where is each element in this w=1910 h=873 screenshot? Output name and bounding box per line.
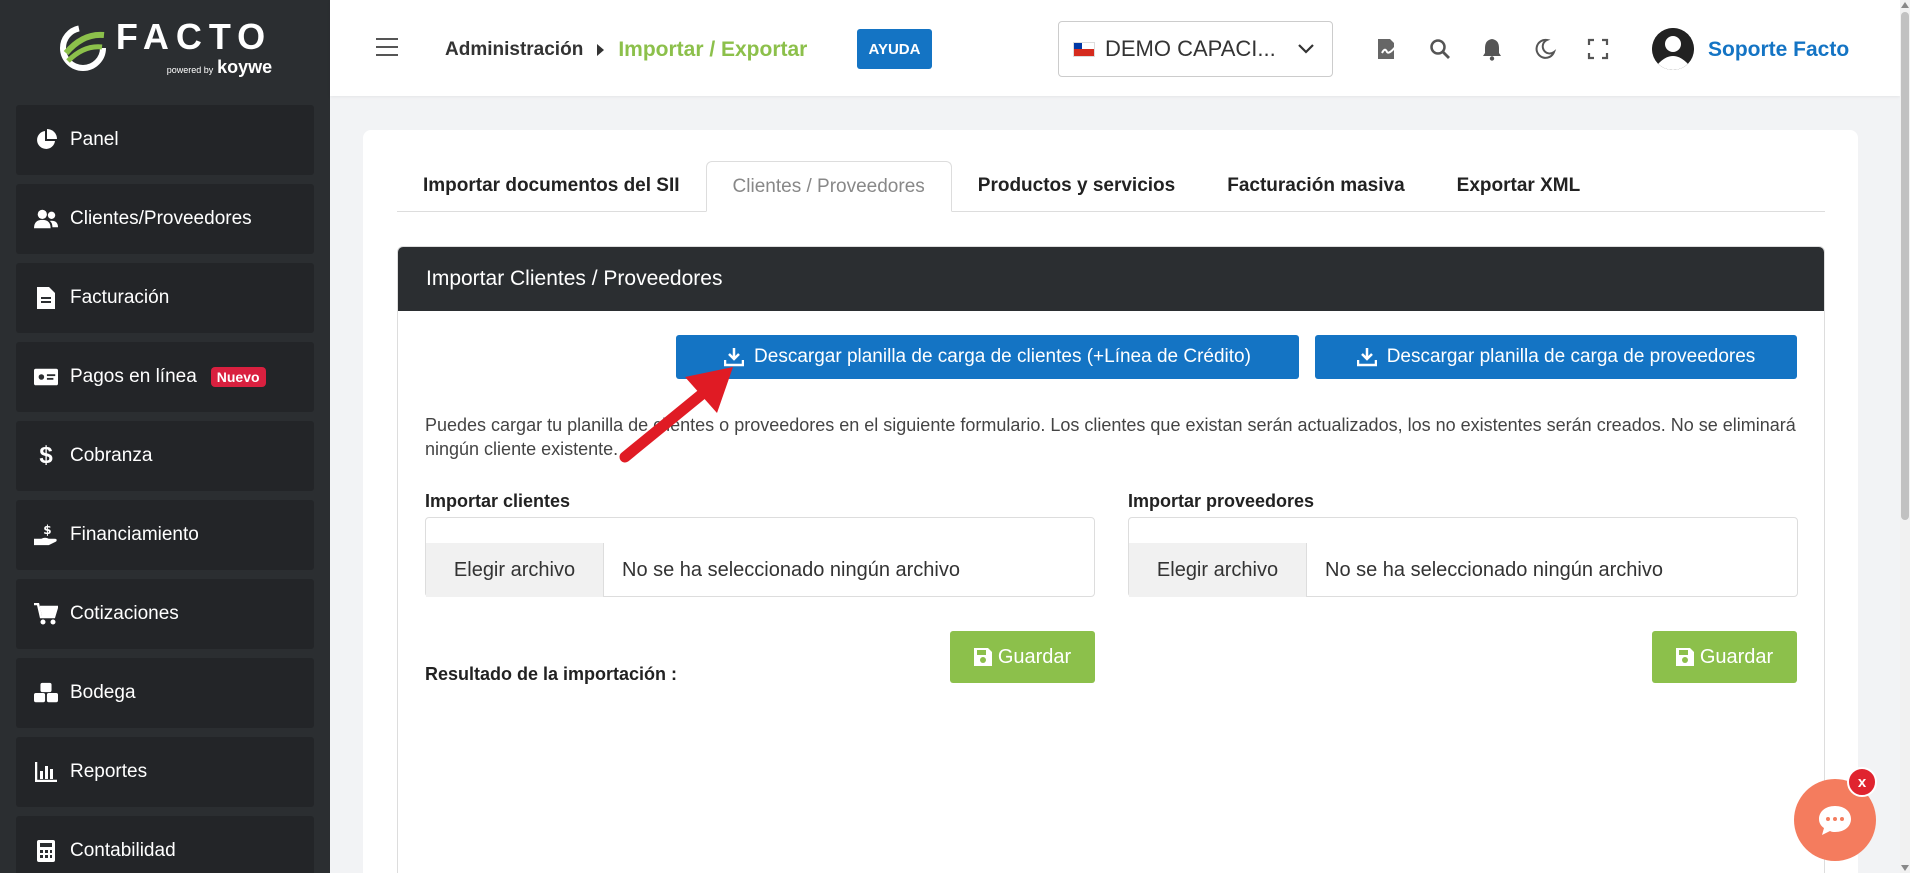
sidebar-item-facturacion[interactable]: Facturación bbox=[16, 263, 314, 333]
sidebar-item-label: Financiamiento bbox=[70, 524, 199, 545]
sidebar-item-cobranza[interactable]: $ Cobranza bbox=[16, 421, 314, 491]
fullscreen-icon[interactable] bbox=[1586, 37, 1610, 61]
sidebar-item-contabilidad[interactable]: Contabilidad bbox=[16, 816, 314, 873]
tab-productos-servicios[interactable]: Productos y servicios bbox=[952, 161, 1201, 211]
sidebar-item-bodega[interactable]: Bodega bbox=[16, 658, 314, 728]
suppliers-file-input[interactable]: Elegir archivo No se ha seleccionado nin… bbox=[1128, 517, 1798, 597]
sidebar-nav: Panel Clientes/Proveedores Facturación P… bbox=[0, 105, 330, 873]
tab-facturacion-masiva[interactable]: Facturación masiva bbox=[1201, 161, 1430, 211]
import-suppliers-label: Importar proveedores bbox=[1128, 491, 1315, 511]
tab-exportar-xml[interactable]: Exportar XML bbox=[1431, 161, 1607, 211]
moon-icon[interactable] bbox=[1533, 37, 1557, 61]
brand-logo[interactable]: FACTO powered by koywe bbox=[0, 0, 330, 96]
chat-bubble-icon bbox=[1819, 806, 1851, 835]
sidebar-item-label: Facturación bbox=[70, 287, 170, 308]
help-button[interactable]: AYUDA bbox=[857, 29, 932, 69]
import-clients-label: Importar clientes bbox=[425, 491, 571, 511]
download-icon bbox=[724, 348, 745, 367]
avatar[interactable] bbox=[1652, 28, 1694, 70]
money-bill-icon bbox=[34, 365, 58, 389]
breadcrumb-item-administracion[interactable]: Administración bbox=[445, 39, 583, 61]
breadcrumb-separator-icon bbox=[597, 44, 605, 56]
page-title: Importar / Exportar bbox=[618, 38, 808, 61]
download-clients-template-button[interactable]: Descargar planilla de carga de clientes … bbox=[676, 335, 1299, 379]
hand-money-icon: $ bbox=[34, 523, 58, 547]
import-panel: Importar Clientes / Proveedores Descarga… bbox=[397, 246, 1825, 873]
page-scrollbar[interactable] bbox=[1900, 0, 1910, 873]
download-clients-label: Descargar planilla de carga de clientes … bbox=[754, 346, 1251, 367]
sidebar-item-financiamiento[interactable]: $ Financiamiento bbox=[16, 500, 314, 570]
chevron-down-icon bbox=[1298, 44, 1314, 54]
save-suppliers-button[interactable]: Guardar bbox=[1652, 631, 1797, 683]
choose-file-button[interactable]: Elegir archivo bbox=[1129, 543, 1307, 597]
sidebar-item-label: Bodega bbox=[70, 682, 136, 703]
brand-partner: koywe bbox=[217, 56, 273, 77]
sidebar: FACTO powered by koywe Panel Clientes/Pr… bbox=[0, 0, 330, 873]
bar-chart-icon bbox=[34, 760, 58, 784]
chat-close-button[interactable]: x bbox=[1847, 767, 1877, 797]
save-label: Guardar bbox=[997, 645, 1072, 668]
dollar-icon: $ bbox=[39, 442, 53, 469]
panel-title: Importar Clientes / Proveedores bbox=[398, 247, 1824, 311]
boxes-icon bbox=[34, 681, 58, 705]
company-selector[interactable]: DEMO CAPACI... bbox=[1058, 21, 1333, 77]
no-file-selected-text: No se ha seleccionado ningún archivo bbox=[622, 558, 960, 581]
save-icon bbox=[1675, 648, 1694, 666]
user-avatar-icon bbox=[1652, 28, 1694, 70]
sidebar-item-panel[interactable]: Panel bbox=[16, 105, 314, 175]
user-name[interactable]: Soporte Facto bbox=[1708, 38, 1849, 62]
content-card: Importar documentos del SII Clientes / P… bbox=[363, 130, 1858, 873]
sidebar-item-label: Contabilidad bbox=[70, 840, 176, 861]
chile-flag-icon bbox=[1073, 41, 1095, 57]
users-icon bbox=[34, 207, 58, 231]
scroll-down-icon[interactable] bbox=[1901, 865, 1909, 871]
scroll-up-icon[interactable] bbox=[1901, 2, 1909, 8]
company-name: DEMO CAPACI... bbox=[1105, 36, 1276, 61]
sidebar-item-label: Pagos en línea bbox=[70, 366, 197, 387]
svg-text:$: $ bbox=[43, 523, 51, 537]
sidebar-item-label: Cobranza bbox=[70, 445, 153, 466]
no-file-selected-text: No se ha seleccionado ningún archivo bbox=[1325, 558, 1663, 581]
save-clients-button[interactable]: Guardar bbox=[950, 631, 1095, 683]
search-icon[interactable] bbox=[1428, 37, 1452, 61]
import-info-text: Puedes cargar tu planilla de clientes o … bbox=[425, 415, 1796, 459]
choose-file-button[interactable]: Elegir archivo bbox=[426, 543, 604, 597]
sidebar-item-clientes-proveedores[interactable]: Clientes/Proveedores bbox=[16, 184, 314, 254]
sidebar-item-label: Clientes/Proveedores bbox=[70, 208, 252, 229]
sidebar-item-label: Cotizaciones bbox=[70, 603, 179, 624]
clients-file-input[interactable]: Elegir archivo No se ha seleccionado nin… bbox=[425, 517, 1095, 597]
download-icon bbox=[1356, 348, 1377, 367]
tab-importar-documentos-sii[interactable]: Importar documentos del SII bbox=[397, 161, 706, 211]
sidebar-item-reportes[interactable]: Reportes bbox=[16, 737, 314, 807]
sidebar-item-cotizaciones[interactable]: Cotizaciones bbox=[16, 579, 314, 649]
new-badge: Nuevo bbox=[210, 367, 266, 387]
calculator-icon bbox=[34, 839, 58, 863]
breadcrumb: Administración Importar / Exportar bbox=[445, 38, 807, 62]
import-result-label: Resultado de la importación : bbox=[425, 664, 678, 684]
download-suppliers-template-button[interactable]: Descargar planilla de carga de proveedor… bbox=[1315, 335, 1797, 379]
topbar: Administración Importar / Exportar AYUDA… bbox=[330, 0, 1900, 96]
bell-icon[interactable] bbox=[1480, 37, 1504, 61]
sidebar-item-label: Reportes bbox=[70, 761, 148, 782]
cart-icon bbox=[34, 602, 58, 626]
sidebar-item-pagos-en-linea[interactable]: Pagos en línea Nuevo bbox=[16, 342, 314, 412]
brand-powered-by: powered by bbox=[166, 64, 214, 75]
sidebar-item-label: Panel bbox=[70, 129, 119, 150]
scroll-thumb[interactable] bbox=[1901, 12, 1909, 520]
download-suppliers-label: Descargar planilla de carga de proveedor… bbox=[1386, 346, 1756, 367]
brand-name: FACTO bbox=[115, 15, 273, 57]
facto-logo-icon bbox=[59, 25, 106, 71]
tab-bar: Importar documentos del SII Clientes / P… bbox=[397, 161, 1825, 212]
sign-document-icon[interactable] bbox=[1375, 37, 1399, 61]
save-label: Guardar bbox=[1699, 645, 1774, 668]
menu-toggle-icon[interactable] bbox=[376, 38, 398, 56]
tab-clientes-proveedores[interactable]: Clientes / Proveedores bbox=[705, 161, 952, 212]
document-icon bbox=[34, 286, 58, 310]
save-icon bbox=[973, 648, 992, 666]
pie-chart-icon bbox=[34, 128, 58, 152]
